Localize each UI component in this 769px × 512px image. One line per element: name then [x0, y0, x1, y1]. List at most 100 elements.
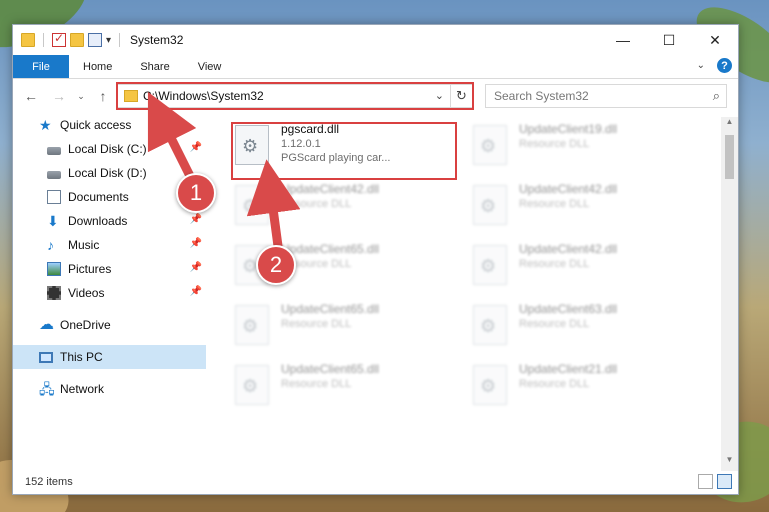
dll-file-icon [235, 365, 269, 405]
pin-icon[interactable]: 📌 [190, 238, 202, 249]
dll-file-icon [235, 305, 269, 345]
star-icon: ★ [39, 117, 52, 133]
sidebar-item-local-disk-c[interactable]: Local Disk (C:) 📌 [13, 137, 206, 161]
sidebar-item-videos[interactable]: Videos 📌 [13, 281, 206, 305]
folder-icon [21, 33, 35, 47]
file-description: Resource DLL [519, 138, 590, 150]
computer-icon [39, 351, 53, 363]
scrollbar-thumb[interactable] [725, 135, 734, 179]
file-item[interactable]: UpdateClient21.dll Resource DLL [473, 359, 693, 419]
sidebar-item-label: Videos [68, 286, 105, 300]
scroll-down-icon[interactable]: ▼ [721, 455, 738, 471]
sidebar-item-local-disk-d[interactable]: Local Disk (D:) [13, 161, 206, 185]
file-name: UpdateClient42.dll [281, 182, 380, 196]
disk-icon [47, 146, 61, 155]
sidebar-item-label: Quick access [60, 118, 132, 132]
file-name: UpdateClient65.dll [281, 242, 380, 256]
vertical-scrollbar[interactable]: ▲ ▼ [721, 117, 738, 471]
title-bar: ▾ System32 — ☐ ✕ [13, 25, 738, 55]
sidebar-item-this-pc[interactable]: This PC [13, 345, 206, 369]
address-highlight-box [116, 82, 474, 110]
help-icon[interactable]: ? [717, 58, 732, 73]
file-explorer-window: ▾ System32 — ☐ ✕ File Home Share View ⌄ … [12, 24, 739, 495]
sidebar-item-label: Pictures [68, 262, 112, 276]
pin-icon[interactable]: 📌 [190, 262, 202, 273]
sidebar-item-music[interactable]: ♪ Music 📌 [13, 233, 206, 257]
scroll-up-icon[interactable]: ▲ [721, 117, 738, 133]
chevron-down-icon[interactable]: ⌄ [697, 60, 705, 71]
file-highlight-box [231, 122, 457, 180]
sidebar-item-label: OneDrive [60, 318, 111, 332]
file-name: UpdateClient21.dll [519, 362, 618, 376]
tab-home[interactable]: Home [69, 55, 126, 78]
sidebar-item-quick-access[interactable]: ★ Quick access [13, 113, 206, 137]
search-placeholder: Search System32 [494, 89, 589, 103]
file-name: UpdateClient65.dll [281, 362, 380, 376]
customize-toolbar-icon[interactable]: ▾ [106, 35, 111, 46]
recent-locations-icon[interactable]: ⌄ [71, 91, 91, 102]
tab-view[interactable]: View [184, 55, 236, 78]
back-arrow-icon[interactable]: ← [21, 88, 41, 104]
download-icon: ⬇ [47, 213, 59, 229]
file-item[interactable]: UpdateClient65.dll Resource DLL [235, 299, 455, 359]
document-icon [47, 190, 61, 204]
properties-icon[interactable] [88, 33, 102, 47]
dll-file-icon [473, 305, 507, 345]
file-details: UpdateClient42.dll Resource DLL [519, 179, 617, 239]
sidebar-item-network[interactable]: 🖧 Network [13, 377, 206, 401]
file-item[interactable]: UpdateClient63.dll Resource DLL [473, 299, 693, 359]
maximize-button[interactable]: ☐ [646, 25, 692, 55]
sidebar-item-label: Network [60, 382, 105, 396]
item-count: 152 items [25, 476, 73, 488]
file-description: Resource DLL [281, 378, 352, 390]
minimize-button[interactable]: — [600, 25, 646, 55]
dll-file-icon [235, 185, 269, 225]
file-item[interactable]: UpdateClient19.dll Resource DLL [473, 119, 693, 179]
properties-check-icon[interactable] [52, 31, 66, 47]
sidebar-item-label: Local Disk (C:) [68, 142, 147, 156]
sidebar-item-label: Documents [68, 190, 129, 204]
divider [119, 33, 121, 47]
disk-icon [47, 170, 61, 179]
sidebar-item-pictures[interactable]: Pictures 📌 [13, 257, 206, 281]
sidebar-item-label: Downloads [68, 214, 128, 228]
window-title: System32 [130, 33, 184, 47]
file-description: Resource DLL [519, 258, 590, 270]
ribbon-right-controls: ⌄ ? [697, 58, 732, 73]
file-description: Resource DLL [281, 318, 352, 330]
pin-icon[interactable]: 📌 [190, 286, 202, 297]
search-icon[interactable]: ⌕ [713, 88, 720, 104]
file-name: UpdateClient63.dll [519, 302, 618, 316]
dll-file-icon [473, 365, 507, 405]
close-button[interactable]: ✕ [692, 25, 738, 55]
file-description: Resource DLL [519, 378, 590, 390]
pin-icon[interactable]: 📌 [190, 142, 202, 153]
new-folder-icon[interactable] [70, 33, 84, 47]
tab-share[interactable]: Share [126, 55, 183, 78]
window-controls: — ☐ ✕ [600, 25, 738, 55]
file-details: UpdateClient42.dll Resource DLL [281, 179, 379, 239]
up-arrow-icon[interactable]: ↑ [93, 88, 113, 104]
details-view-icon[interactable] [698, 474, 713, 489]
forward-arrow-icon[interactable]: → [49, 88, 69, 104]
file-description: Resource DLL [519, 318, 590, 330]
file-details: UpdateClient63.dll Resource DLL [519, 299, 617, 359]
file-item[interactable]: UpdateClient42.dll Resource DLL [473, 239, 693, 299]
file-details: UpdateClient42.dll Resource DLL [519, 239, 617, 299]
pin-icon[interactable]: 📌 [190, 214, 202, 225]
search-input[interactable]: Search System32 ⌕ [485, 84, 727, 108]
file-item[interactable]: UpdateClient42.dll Resource DLL [473, 179, 693, 239]
sidebar-item-onedrive[interactable]: ☁ OneDrive [13, 313, 206, 337]
tab-file[interactable]: File [13, 55, 69, 78]
tiles-view-icon[interactable] [717, 474, 732, 489]
sidebar-item-downloads[interactable]: ⬇ Downloads 📌 [13, 209, 206, 233]
file-item[interactable]: UpdateClient42.dll Resource DLL [235, 179, 455, 239]
file-details: UpdateClient65.dll Resource DLL [281, 239, 379, 299]
file-description: Resource DLL [281, 198, 352, 210]
file-item[interactable]: UpdateClient65.dll Resource DLL [235, 359, 455, 419]
file-name: UpdateClient42.dll [519, 182, 618, 196]
divider [43, 33, 44, 47]
music-icon: ♪ [47, 237, 54, 253]
